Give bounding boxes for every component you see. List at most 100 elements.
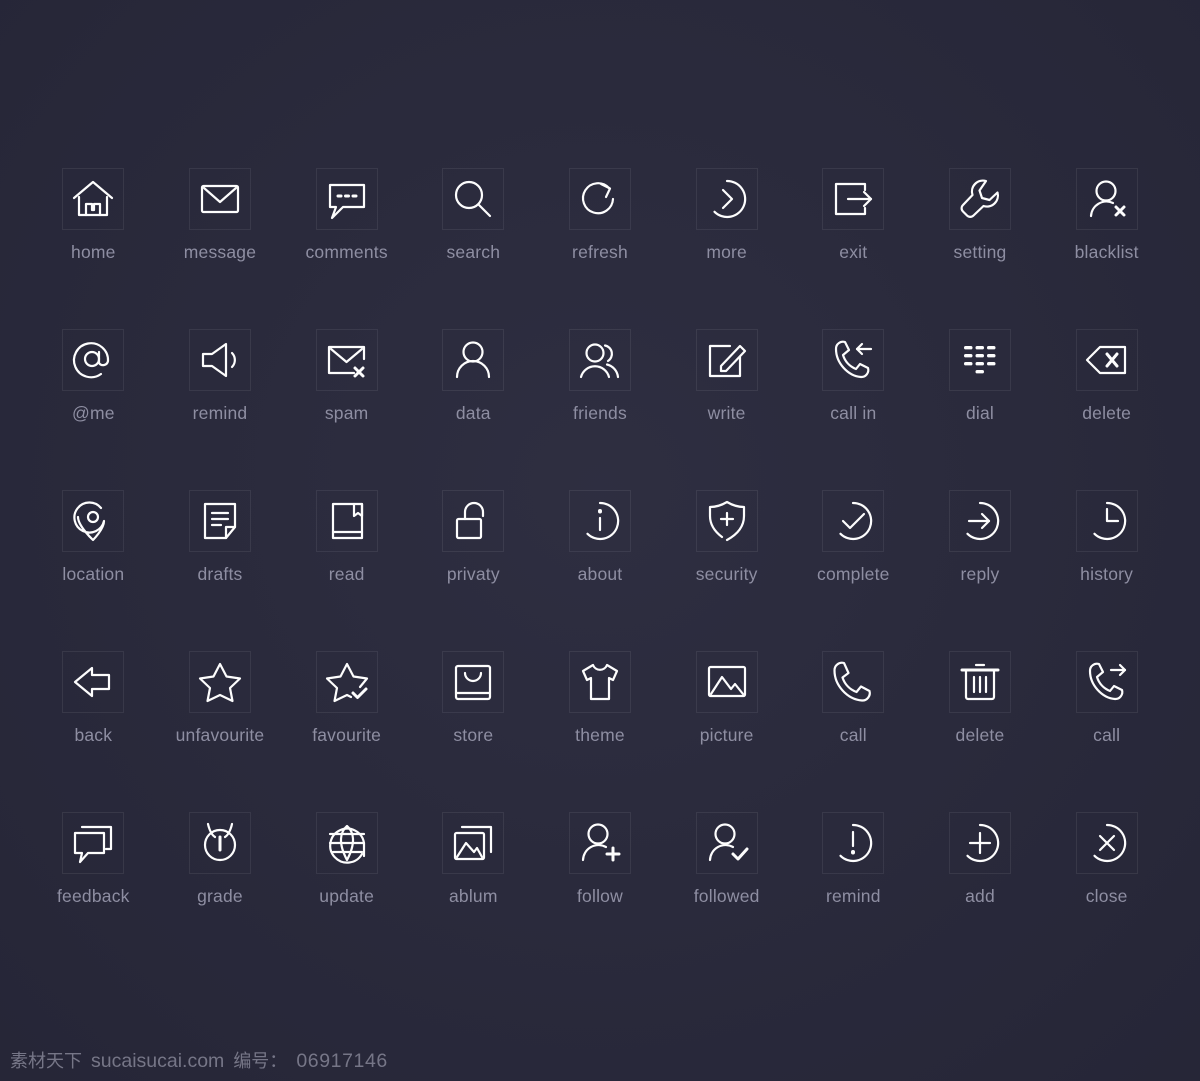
user-plus-icon[interactable] — [568, 812, 631, 874]
wrench-icon[interactable] — [948, 168, 1011, 230]
envelope-x-icon[interactable] — [315, 329, 378, 391]
icon-cell-close[interactable]: close — [1044, 812, 1170, 973]
icon-cell-theme[interactable]: theme — [537, 651, 663, 812]
icon-cell-back[interactable]: back — [30, 651, 156, 812]
chat-stack-icon[interactable] — [62, 812, 125, 874]
at-sign-icon[interactable] — [62, 329, 125, 391]
users-icon[interactable] — [568, 329, 631, 391]
image-icon[interactable] — [695, 651, 758, 713]
clock-icon[interactable] — [1075, 490, 1138, 552]
icon-label: blacklist — [1074, 242, 1139, 262]
home-icon[interactable] — [62, 168, 125, 230]
star-check-icon[interactable] — [315, 651, 378, 713]
icon-cell-call-in[interactable]: call in — [790, 329, 916, 490]
icon-cell-picture[interactable]: picture — [664, 651, 790, 812]
icon-cell-complete[interactable]: complete — [790, 490, 916, 651]
icon-cell-data[interactable]: data — [410, 329, 536, 490]
user-check-icon[interactable] — [695, 812, 758, 874]
shield-plus-icon[interactable] — [695, 490, 758, 552]
icon-cell-security[interactable]: security — [664, 490, 790, 651]
backspace-icon[interactable] — [1075, 329, 1138, 391]
draft-document-icon[interactable] — [188, 490, 251, 552]
icon-label: location — [62, 564, 125, 584]
icon-cell-follow[interactable]: follow — [537, 812, 663, 973]
info-circle-icon[interactable] — [568, 490, 631, 552]
icon-cell-feedback[interactable]: feedback — [30, 812, 156, 973]
icon-cell-update[interactable]: update — [284, 812, 410, 973]
star-outline-icon[interactable] — [188, 651, 251, 713]
icon-cell-write[interactable]: write — [664, 329, 790, 490]
icon-cell-favourite[interactable]: favourite — [284, 651, 410, 812]
envelope-icon[interactable] — [188, 168, 251, 230]
watermark-id-label: 编号： — [233, 1051, 288, 1072]
icon-cell-delete-backspace[interactable]: delete — [1044, 329, 1170, 490]
icon-cell-spam[interactable]: spam — [284, 329, 410, 490]
x-circle-icon[interactable] — [1075, 812, 1138, 874]
trash-icon[interactable] — [948, 651, 1011, 713]
icon-cell-location[interactable]: location — [30, 490, 156, 651]
icon-cell-grade[interactable]: grade — [157, 812, 283, 973]
magnifier-icon[interactable] — [442, 168, 505, 230]
map-pin-icon[interactable] — [62, 490, 125, 552]
icon-label: message — [183, 242, 257, 262]
exit-arrow-icon[interactable] — [822, 168, 885, 230]
icon-cell-drafts[interactable]: drafts — [157, 490, 283, 651]
icon-cell-ablum[interactable]: ablum — [410, 812, 536, 973]
icon-cell-unfavourite[interactable]: unfavourite — [157, 651, 283, 812]
icon-label: complete — [817, 564, 890, 584]
icon-cell-add[interactable]: add — [917, 812, 1043, 973]
icon-cell-setting[interactable]: setting — [917, 168, 1043, 329]
icon-grid: home message comments search refresh mor… — [30, 168, 1170, 973]
icon-cell-read[interactable]: read — [284, 490, 410, 651]
comment-bubble-icon[interactable] — [315, 168, 378, 230]
icon-cell-dial[interactable]: dial — [917, 329, 1043, 490]
icon-cell-home[interactable]: home — [30, 168, 156, 329]
photo-stack-icon[interactable] — [442, 812, 505, 874]
alarm-clock-icon[interactable] — [188, 812, 251, 874]
icon-label: drafts — [197, 564, 243, 584]
icon-cell-privaty[interactable]: privaty — [410, 490, 536, 651]
unlock-icon[interactable] — [442, 490, 505, 552]
icon-label: @me — [71, 403, 115, 423]
icon-cell-search[interactable]: search — [410, 168, 536, 329]
user-icon[interactable] — [442, 329, 505, 391]
globe-icon[interactable] — [315, 812, 378, 874]
exclamation-circle-icon[interactable] — [822, 812, 885, 874]
chevron-right-circle-icon[interactable] — [695, 168, 758, 230]
speaker-icon[interactable] — [188, 329, 251, 391]
icon-cell-message[interactable]: message — [157, 168, 283, 329]
icon-cell-store[interactable]: store — [410, 651, 536, 812]
icon-label: ablum — [448, 886, 498, 906]
tshirt-icon[interactable] — [568, 651, 631, 713]
check-circle-icon[interactable] — [822, 490, 885, 552]
phone-icon[interactable] — [822, 651, 885, 713]
icon-cell-blacklist[interactable]: blacklist — [1044, 168, 1170, 329]
icon-cell-comments[interactable]: comments — [284, 168, 410, 329]
plus-circle-icon[interactable] — [948, 812, 1011, 874]
icon-cell-remind-alert[interactable]: remind — [790, 812, 916, 973]
refresh-arrow-icon[interactable] — [568, 168, 631, 230]
icon-cell-call[interactable]: call — [790, 651, 916, 812]
dial-pad-icon[interactable] — [948, 329, 1011, 391]
phone-incoming-icon[interactable] — [822, 329, 885, 391]
icon-cell-more[interactable]: more — [664, 168, 790, 329]
pencil-square-icon[interactable] — [695, 329, 758, 391]
icon-label: setting — [953, 242, 1007, 262]
icon-cell-about[interactable]: about — [537, 490, 663, 651]
icon-cell-exit[interactable]: exit — [790, 168, 916, 329]
icon-cell-friends[interactable]: friends — [537, 329, 663, 490]
user-x-icon[interactable] — [1075, 168, 1138, 230]
book-icon[interactable] — [315, 490, 378, 552]
icon-cell-followed[interactable]: followed — [664, 812, 790, 973]
arrow-right-circle-icon[interactable] — [948, 490, 1011, 552]
icon-cell-reply[interactable]: reply — [917, 490, 1043, 651]
icon-cell-remind[interactable]: remind — [157, 329, 283, 490]
icon-cell-history[interactable]: history — [1044, 490, 1170, 651]
icon-cell-refresh[interactable]: refresh — [537, 168, 663, 329]
arrow-left-icon[interactable] — [62, 651, 125, 713]
phone-outgoing-icon[interactable] — [1075, 651, 1138, 713]
icon-cell-call-out[interactable]: call — [1044, 651, 1170, 812]
shopping-bag-icon[interactable] — [442, 651, 505, 713]
icon-cell-at-me[interactable]: @me — [30, 329, 156, 490]
icon-cell-delete-trash[interactable]: delete — [917, 651, 1043, 812]
